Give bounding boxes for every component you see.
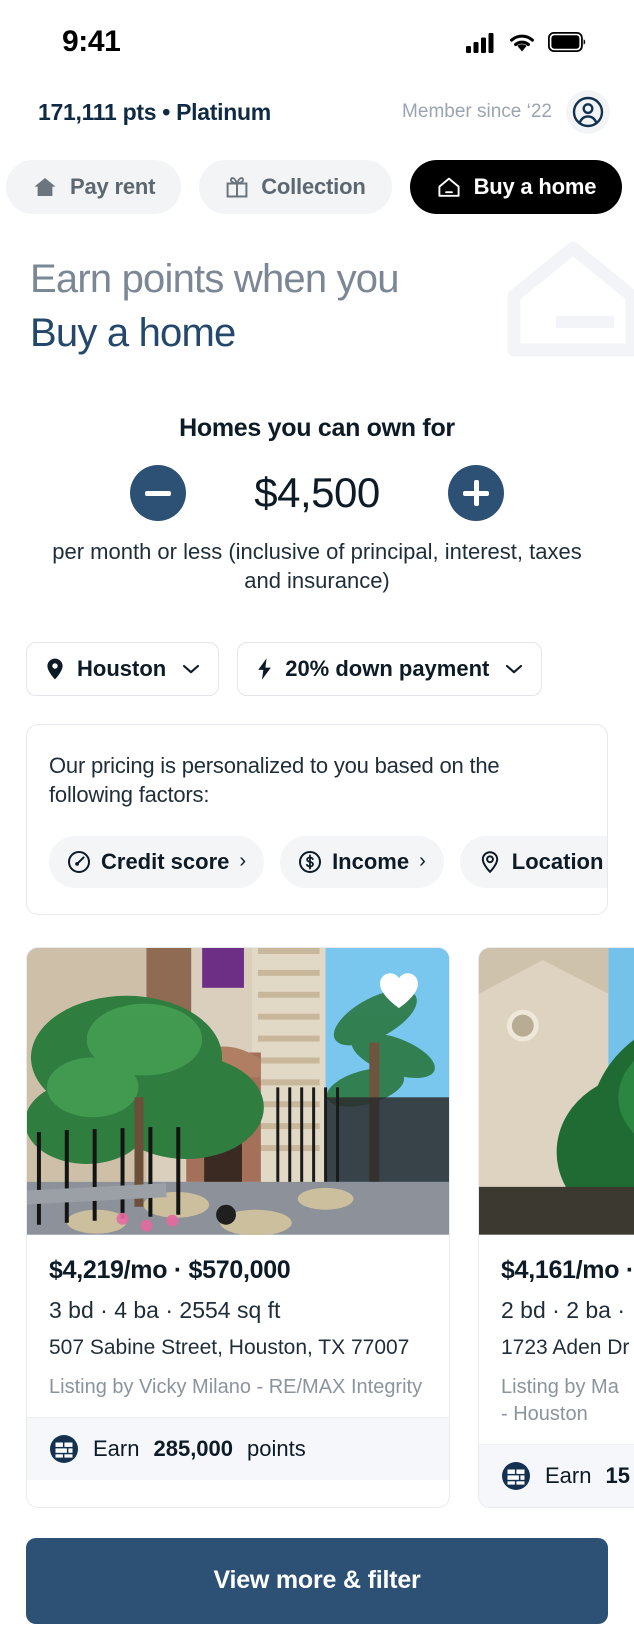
tab-collection[interactable]: Collection <box>199 160 392 214</box>
listing-agent: Listing by Ma - Houston <box>501 1375 619 1425</box>
cta-container: View more & filter <box>0 1508 634 1624</box>
points-value: 15 <box>605 1462 630 1488</box>
listing-details: $4,161/mo · 2 bd · 2 ba · 1723 Aden Dr L… <box>479 1236 634 1444</box>
increment-price-button[interactable] <box>448 465 504 521</box>
house-filled-icon <box>34 178 56 196</box>
signal-bars-icon <box>466 32 494 53</box>
price-stepper-subtitle: per month or less (inclusive of principa… <box>52 539 582 594</box>
down-payment-select[interactable]: 20% down payment <box>237 641 543 696</box>
listing-points-row: Earn 285,000 points <box>27 1416 449 1480</box>
plus-icon-vertical <box>473 480 479 506</box>
heart-filled-icon[interactable] <box>377 970 421 1010</box>
tab-pay-rent-label: Pay rent <box>70 174 156 199</box>
tab-buy-a-home-label: Buy a home <box>473 174 597 199</box>
house-watermark-icon <box>507 241 634 357</box>
app-screen: 9:41 171,111 pts • Platinum Member since… <box>0 0 634 1648</box>
points-suffix: points <box>247 1435 306 1461</box>
tab-pay-rent[interactable]: Pay rent <box>6 160 182 214</box>
points-tier-label: 171,111 pts • Platinum <box>38 98 271 125</box>
down-payment-select-label: 20% down payment <box>285 655 490 681</box>
avatar[interactable] <box>566 90 610 134</box>
house-outline-icon <box>438 177 460 197</box>
price-stepper-section: Homes you can own for $4,500 per month o… <box>0 360 634 596</box>
view-more-filter-button[interactable]: View more & filter <box>26 1537 608 1624</box>
tab-buy-a-home[interactable]: Buy a home <box>409 160 623 214</box>
listing-agent: Listing by Vicky Milano - RE/MAX Integri… <box>49 1375 423 1398</box>
location-target-icon <box>481 851 498 874</box>
status-indicators <box>466 32 586 53</box>
price-value: $4,500 <box>254 469 380 516</box>
gift-icon <box>226 177 248 198</box>
points-value: 285,000 <box>153 1435 234 1461</box>
member-since-label: Member since ‘22 <box>402 101 552 122</box>
tab-collection-label: Collection <box>261 174 366 199</box>
listing-photo[interactable] <box>27 947 449 1236</box>
personalization-card: Our pricing is personalized to you based… <box>26 723 608 915</box>
speedometer-icon <box>68 850 90 873</box>
decrement-price-button[interactable] <box>130 465 186 521</box>
pricing-factor-list: Credit score › Income › Location › <box>49 835 607 888</box>
listing-carousel[interactable]: $4,219/mo · $570,000 3 bd · 4 ba · 2554 … <box>0 915 634 1508</box>
factor-income-label: Income <box>332 848 410 874</box>
location-select[interactable]: Houston <box>26 641 220 696</box>
price-stepper-title: Homes you can own for <box>179 414 455 442</box>
dollar-circle-icon <box>299 850 322 873</box>
bolt-icon <box>258 657 272 680</box>
listing-card[interactable]: $4,219/mo · $570,000 3 bd · 4 ba · 2554 … <box>26 946 450 1508</box>
chevron-down-icon <box>506 664 523 673</box>
listing-address: 507 Sabine Street, Houston, TX 77007 <box>49 1335 410 1359</box>
filter-selects: Houston 20% down payment <box>0 596 634 696</box>
category-tabs: Pay rent Collection Buy a home <box>0 140 634 216</box>
factor-location[interactable]: Location › <box>459 835 607 888</box>
points-badge-icon <box>50 1434 78 1463</box>
status-bar: 9:41 <box>0 0 634 84</box>
listing-card[interactable]: $4,161/mo · 2 bd · 2 ba · 1723 Aden Dr L… <box>478 946 634 1508</box>
property-photo-2 <box>479 947 634 1235</box>
chevron-down-icon <box>183 664 200 673</box>
listing-price: $4,219/mo · $570,000 <box>49 1255 291 1284</box>
factor-credit-score-label: Credit score <box>101 848 230 874</box>
points-badge-icon <box>502 1461 530 1490</box>
battery-icon <box>548 32 586 52</box>
price-stepper-controls: $4,500 <box>30 465 604 521</box>
listing-specs: 2 bd · 2 ba · <box>501 1296 626 1323</box>
factor-credit-score[interactable]: Credit score › <box>49 835 265 888</box>
chevron-right-icon: › <box>419 850 426 873</box>
factor-location-label: Location <box>511 848 604 874</box>
status-time: 9:41 <box>62 25 121 58</box>
member-summary-row: 171,111 pts • Platinum Member since ‘22 <box>0 84 634 140</box>
chevron-right-icon: › <box>239 850 247 873</box>
minus-icon <box>145 490 171 496</box>
listing-price: $4,161/mo · <box>501 1255 634 1284</box>
hero-section: Earn points when you Buy a home <box>0 216 634 360</box>
listing-specs: 3 bd · 4 ba · 2554 sq ft <box>49 1296 281 1323</box>
wifi-icon <box>510 34 534 51</box>
listing-details: $4,219/mo · $570,000 3 bd · 4 ba · 2554 … <box>27 1236 449 1417</box>
location-select-label: Houston <box>77 655 167 681</box>
user-avatar-icon <box>572 96 604 128</box>
listing-photo[interactable] <box>479 947 634 1236</box>
personalization-text: Our pricing is personalized to you based… <box>49 752 500 808</box>
points-prefix: Earn <box>545 1462 592 1488</box>
member-right-group: Member since ‘22 <box>402 90 610 134</box>
factor-income[interactable]: Income › <box>280 835 444 888</box>
points-prefix: Earn <box>93 1435 140 1461</box>
location-pin-icon <box>47 658 63 679</box>
listing-points-row: Earn 15 <box>479 1443 634 1507</box>
listing-address: 1723 Aden Dr <box>501 1335 630 1359</box>
